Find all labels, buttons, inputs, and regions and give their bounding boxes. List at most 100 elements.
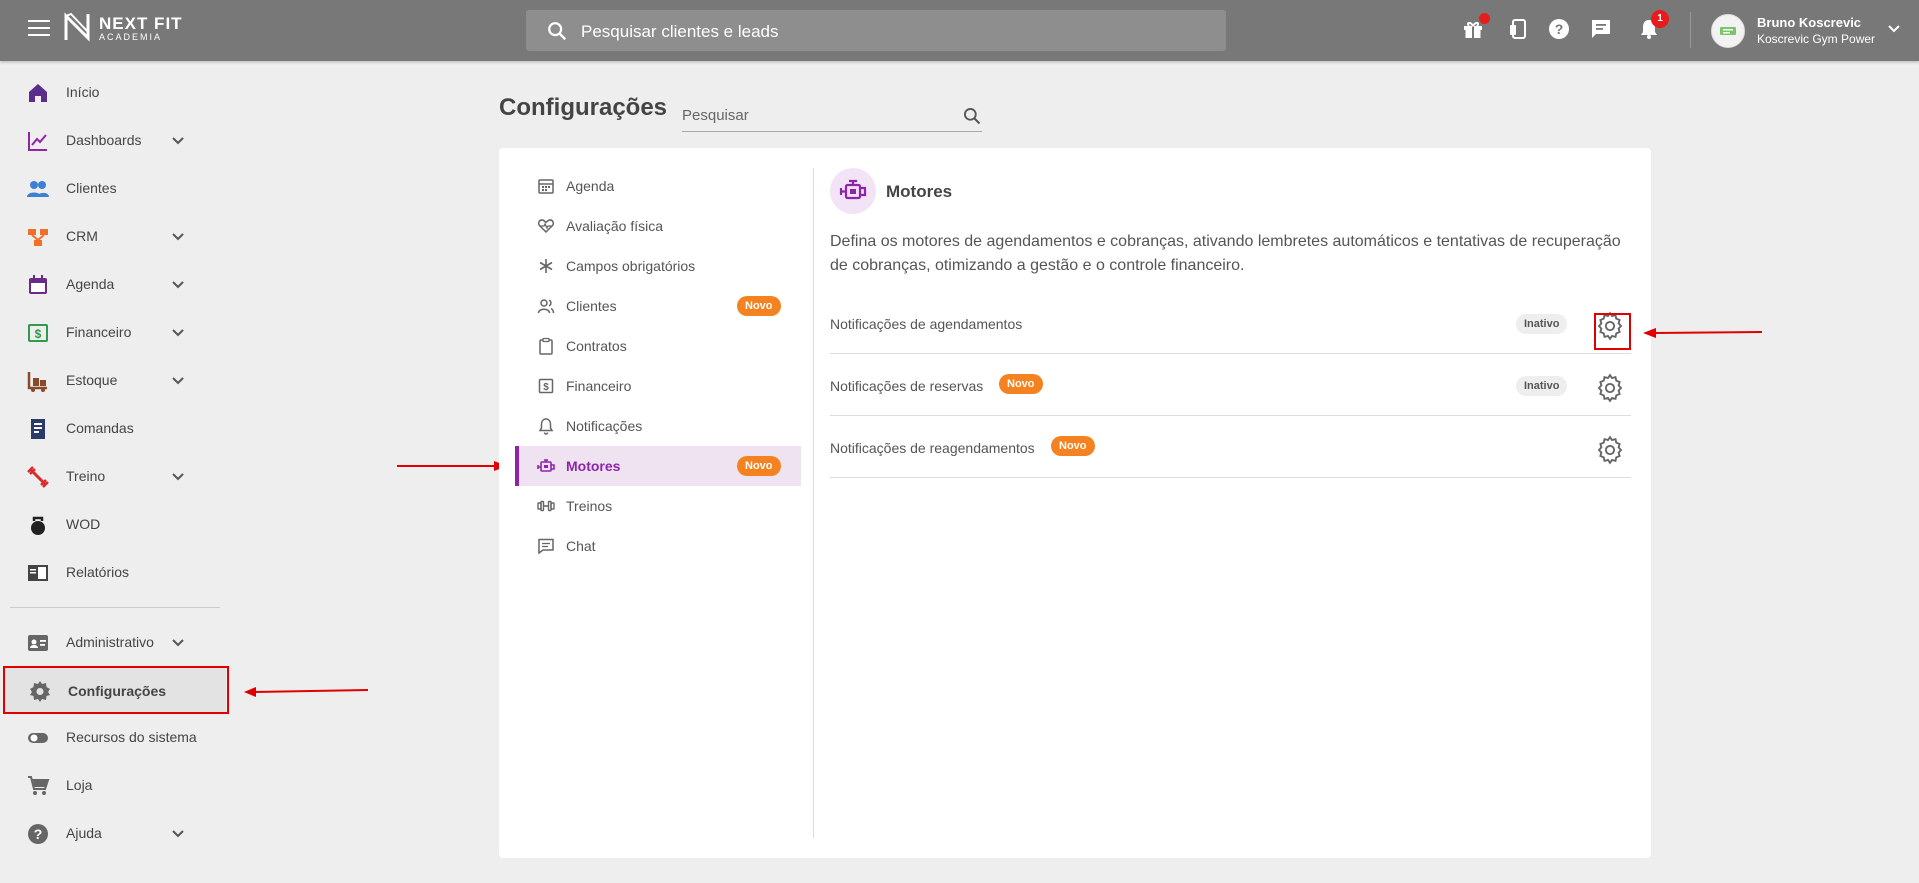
sidebar-item-crm[interactable]: CRM xyxy=(0,214,225,258)
sidebar-item-inicio[interactable]: Início xyxy=(0,70,225,114)
search-icon xyxy=(964,108,981,125)
chevron-down-icon xyxy=(172,830,184,838)
settings-menu-item-chat[interactable]: Chat xyxy=(515,526,801,566)
chevron-down-icon xyxy=(172,473,184,481)
list-item: Notificações de reservas Novo Inativo xyxy=(830,354,1631,416)
sidebar-item-clientes[interactable]: Clientes xyxy=(0,166,225,210)
money-icon: $ xyxy=(28,324,48,342)
status-badge: Inativo xyxy=(1516,376,1568,396)
settings-menu-item-financeiro[interactable]: $ Financeiro xyxy=(515,366,801,406)
heart-pulse-icon xyxy=(537,219,555,234)
svg-text:$: $ xyxy=(35,327,42,341)
sidebar-item-estoque[interactable]: Estoque xyxy=(0,358,225,402)
settings-menu-item-clientes[interactable]: Clientes Novo xyxy=(515,286,801,326)
sidebar-item-ajuda[interactable]: ? Ajuda xyxy=(0,811,225,855)
bell-icon[interactable]: 1 xyxy=(1637,10,1669,43)
settings-menu-item-treinos[interactable]: Treinos xyxy=(515,486,801,526)
settings-menu-label: Financeiro xyxy=(566,378,632,394)
receipt-icon xyxy=(31,419,45,439)
chevron-down-icon xyxy=(172,377,184,385)
search-icon xyxy=(548,22,567,41)
list-item: Notificações de agendamentos Inativo xyxy=(830,292,1631,354)
clipboard-icon xyxy=(539,337,553,355)
sidebar-item-wod[interactable]: WOD xyxy=(0,502,225,546)
settings-gear-button[interactable] xyxy=(1595,435,1625,465)
top-bar: NEXT FIT ACADEMIA Pesquisar clientes e l… xyxy=(0,0,1919,61)
panel-description: Defina os motores de agendamentos e cobr… xyxy=(830,233,1621,274)
row-label: Notificações de reagendamentos xyxy=(830,440,1035,456)
chat-icon[interactable] xyxy=(1589,17,1615,43)
crm-icon xyxy=(28,229,48,246)
chevron-down-icon xyxy=(1888,25,1900,33)
sidebar-item-label: Agenda xyxy=(66,276,115,292)
new-badge: Novo xyxy=(737,456,781,476)
sidebar-item-comandas[interactable]: Comandas xyxy=(0,406,225,450)
chevron-down-icon xyxy=(172,329,184,337)
settings-card: Agenda Avaliação física Campos obrigatór… xyxy=(499,148,1651,858)
sidebar-item-label: Loja xyxy=(66,777,93,793)
settings-menu-item-avaliacao[interactable]: Avaliação física xyxy=(515,206,801,246)
sidebar-item-label: Clientes xyxy=(66,180,117,196)
panel-title: Motores xyxy=(886,182,953,201)
gift-badge xyxy=(1479,13,1490,24)
gift-icon[interactable] xyxy=(1461,13,1490,43)
hamburger-menu-icon[interactable] xyxy=(28,20,50,38)
settings-search-input[interactable]: Pesquisar xyxy=(682,101,982,132)
sidebar-item-label: Comandas xyxy=(66,420,134,436)
dumbbell-icon xyxy=(537,500,555,512)
sidebar-item-treino[interactable]: Treino xyxy=(0,454,225,498)
sidebar-item-dashboards[interactable]: Dashboards xyxy=(0,118,225,162)
calendar-icon xyxy=(29,275,47,294)
settings-menu-item-contratos[interactable]: Contratos xyxy=(515,326,801,366)
settings-gear-button[interactable] xyxy=(1595,373,1625,403)
sidebar-item-label: Início xyxy=(66,84,100,100)
settings-menu-item-agenda[interactable]: Agenda xyxy=(515,166,801,206)
sidebar-item-administrativo[interactable]: Administrativo xyxy=(0,620,225,664)
svg-text:?: ? xyxy=(34,826,43,842)
global-search-placeholder: Pesquisar clientes e leads xyxy=(581,22,779,41)
sidebar-item-relatorios[interactable]: Relatórios xyxy=(0,550,225,594)
user-name: Bruno Koscrevic xyxy=(1757,15,1862,30)
chevron-down-icon xyxy=(172,233,184,241)
global-search-input[interactable]: Pesquisar clientes e leads xyxy=(526,10,1226,51)
settings-menu-item-campos[interactable]: Campos obrigatórios xyxy=(515,246,801,286)
sidebar-item-recursos[interactable]: Recursos do sistema xyxy=(0,715,225,759)
sidebar-item-agenda[interactable]: Agenda xyxy=(0,262,225,306)
device-icon[interactable] xyxy=(1506,17,1532,43)
toggle-icon xyxy=(28,733,48,743)
sidebar-item-label: Recursos do sistema xyxy=(66,729,197,745)
stock-icon xyxy=(27,372,47,392)
user-organization: Koscrevic Gym Power xyxy=(1757,32,1876,46)
highlight-box xyxy=(3,666,229,714)
new-badge: Novo xyxy=(999,374,1043,394)
sidebar-item-label: Financeiro xyxy=(66,324,132,340)
status-badge: Inativo xyxy=(1516,314,1568,334)
settings-menu-item-motores[interactable]: Motores Novo xyxy=(515,446,801,486)
topbar-divider xyxy=(1690,12,1691,48)
page-title: Configurações xyxy=(499,94,668,121)
chart-line-icon xyxy=(28,132,47,151)
sidebar-item-label: WOD xyxy=(66,516,101,532)
sidebar-item-loja[interactable]: Loja xyxy=(0,763,225,807)
svg-text:$: $ xyxy=(543,382,549,393)
settings-menu-label: Agenda xyxy=(566,178,615,194)
settings-menu-item-notificacoes[interactable]: Notificações xyxy=(515,406,801,446)
chevron-down-icon xyxy=(172,137,184,145)
annotation-arrow-icon xyxy=(244,687,369,697)
user-menu[interactable]: Bruno Koscrevic Koscrevic Gym Power xyxy=(1711,13,1911,49)
sidebar-item-label: CRM xyxy=(66,228,98,244)
settings-search-placeholder: Pesquisar xyxy=(682,107,749,124)
sidebar-item-financeiro[interactable]: $ Financeiro xyxy=(0,310,225,354)
settings-menu-label: Treinos xyxy=(566,498,613,514)
help-icon[interactable]: ? xyxy=(1547,17,1573,43)
gear-icon xyxy=(1597,435,1623,465)
brand-logo[interactable]: NEXT FIT ACADEMIA xyxy=(63,12,193,44)
settings-menu-label: Clientes xyxy=(566,298,617,314)
asterisk-icon xyxy=(539,259,553,273)
bell-icon xyxy=(538,418,554,435)
menu-divider xyxy=(813,168,814,838)
cart-icon xyxy=(28,776,50,795)
row-label: Notificações de agendamentos xyxy=(830,316,1023,332)
engine-icon xyxy=(537,459,555,472)
sidebar-item-label: Relatórios xyxy=(66,564,130,580)
